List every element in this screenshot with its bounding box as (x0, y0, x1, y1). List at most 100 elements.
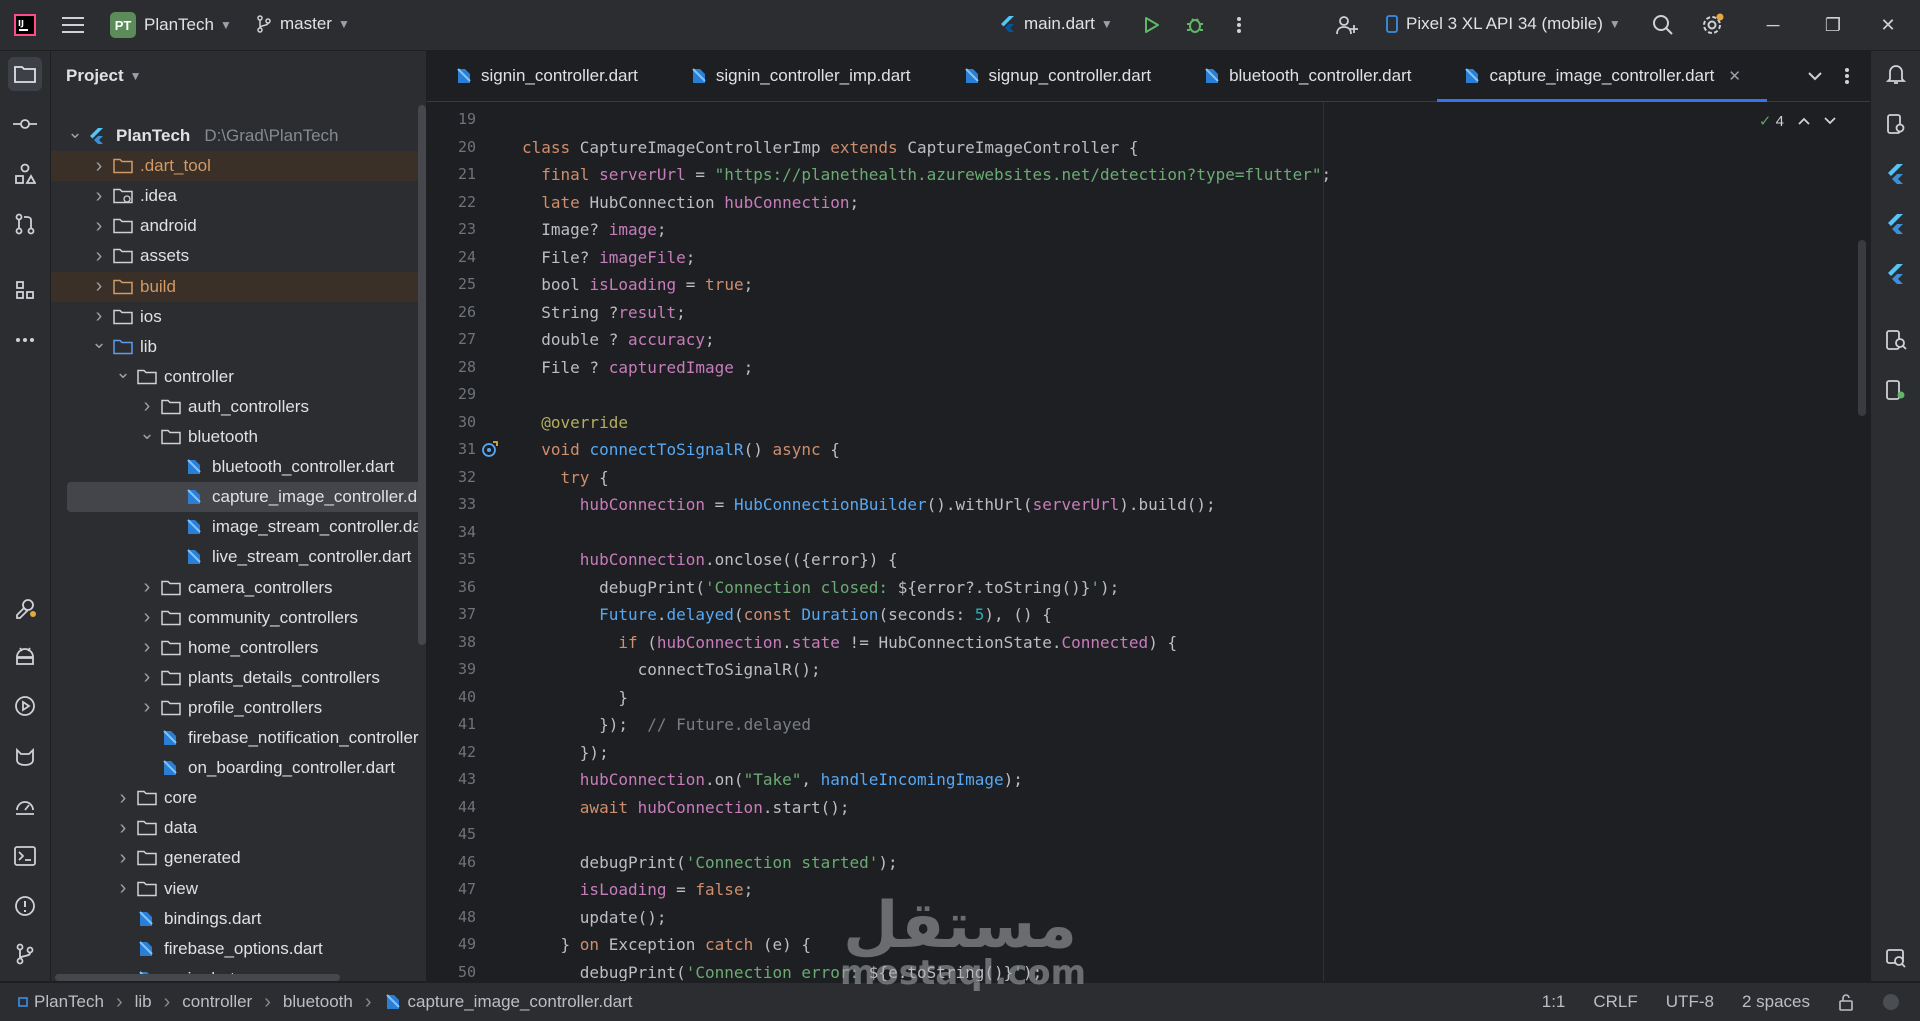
main-menu-icon[interactable] (58, 10, 88, 40)
plugins-icon[interactable] (8, 273, 42, 307)
tree-folder-item[interactable]: › plants_details_controllers (51, 663, 426, 693)
tree-folder-item[interactable]: › core (51, 783, 426, 813)
problems-icon[interactable] (8, 889, 42, 923)
vcs-branch-switcher[interactable]: master ▼ (256, 14, 350, 34)
tree-file-item[interactable]: on_boarding_controller.dart (51, 753, 426, 783)
flutter-outline-icon[interactable] (1879, 157, 1913, 191)
tree-folder-item[interactable]: ⌄ bluetooth (51, 422, 426, 452)
close-window-button[interactable]: ✕ (1858, 0, 1918, 50)
run-config-selector[interactable]: main.dart ▼ (1000, 14, 1113, 34)
chevron-right-icon[interactable]: › (91, 155, 107, 178)
line-ending[interactable]: CRLF (1593, 992, 1637, 1012)
breadcrumb-item[interactable]: bluetooth (283, 992, 353, 1012)
device-selector[interactable]: Pixel 3 XL API 34 (mobile) ▼ (1386, 14, 1621, 34)
caret-position[interactable]: 1:1 (1542, 992, 1566, 1012)
chevron-right-icon[interactable]: › (91, 215, 107, 238)
chevron-down-icon[interactable]: ⌄ (139, 423, 155, 444)
chevron-right-icon[interactable]: › (115, 817, 131, 840)
run-tool-icon[interactable] (8, 689, 42, 723)
app-logo-icon[interactable]: IJ (10, 10, 40, 40)
chevron-right-icon[interactable]: › (115, 847, 131, 870)
tree-file-item[interactable]: bindings.dart (51, 904, 426, 934)
chevron-right-icon[interactable]: › (115, 877, 131, 900)
breadcrumb-item[interactable]: capture_image_controller.dart (408, 992, 633, 1012)
tree-file-item[interactable]: bluetooth_controller.dart (51, 452, 426, 482)
tree-folder-item[interactable]: › ios (51, 302, 426, 332)
chevron-right-icon[interactable]: › (91, 185, 107, 208)
flutter-inspector-right-icon[interactable] (1879, 207, 1913, 241)
logcat-icon[interactable] (8, 739, 42, 773)
chevron-right-icon[interactable]: › (139, 696, 155, 719)
tree-folder-item[interactable]: › android (51, 211, 426, 241)
chevron-right-icon[interactable]: › (139, 395, 155, 418)
close-tab-icon[interactable]: ✕ (1728, 67, 1741, 85)
previous-highlight-icon[interactable] (1798, 117, 1810, 125)
tree-folder-item[interactable]: › camera_controllers (51, 573, 426, 603)
search-icon[interactable] (1648, 10, 1678, 40)
tree-file-item[interactable]: capture_image_controller.da (67, 482, 426, 513)
device-manager-icon[interactable] (1332, 10, 1362, 40)
chevron-right-icon[interactable]: › (139, 666, 155, 689)
tree-folder-item[interactable]: ⌄ PlanTech D:\Grad\PlanTech (51, 121, 426, 151)
debug-icon[interactable] (1180, 10, 1210, 40)
restore-button[interactable]: ❐ (1803, 0, 1863, 50)
inspection-status[interactable]: ✓ 4 (1759, 112, 1784, 130)
tree-folder-item[interactable]: › home_controllers (51, 633, 426, 663)
breadcrumb-item[interactable]: PlanTech (34, 992, 104, 1012)
chevron-down-icon[interactable]: ⌄ (91, 332, 107, 353)
layout-inspector-icon[interactable] (1879, 323, 1913, 357)
inspection-widget[interactable]: ✓ 4 (1759, 112, 1836, 130)
line-number-gutter[interactable]: 19 20 21 22 23 24 25 26 27 28 29 30 31 32 33 34 35 36 37 38… (427, 102, 522, 981)
project-horizontal-scrollbar[interactable] (55, 974, 340, 981)
tree-folder-item[interactable]: › auth_controllers (51, 392, 426, 422)
pull-requests-icon[interactable] (8, 207, 42, 241)
read-only-lock-icon[interactable] (1838, 993, 1854, 1011)
notifications-icon[interactable] (1879, 57, 1913, 91)
minimize-button[interactable]: ─ (1743, 0, 1803, 50)
tree-folder-item[interactable]: › profile_controllers (51, 693, 426, 723)
next-highlight-icon[interactable] (1824, 117, 1836, 125)
more-actions-icon[interactable] (1224, 10, 1254, 40)
tree-folder-item[interactable]: › .idea (51, 181, 426, 211)
version-control-icon[interactable] (8, 937, 42, 971)
tree-folder-item[interactable]: › view (51, 874, 426, 904)
editor-tab[interactable]: capture_image_controller.dart ✕ (1437, 51, 1767, 102)
tree-folder-item[interactable]: › assets (51, 241, 426, 271)
tree-folder-item[interactable]: › data (51, 813, 426, 843)
tree-file-item[interactable]: image_stream_controller.dar (51, 512, 426, 542)
chevron-right-icon[interactable]: › (91, 305, 107, 328)
editor-tab[interactable]: signup_controller.dart (937, 51, 1178, 101)
flutter-performance-icon[interactable] (1879, 257, 1913, 291)
android-icon[interactable] (8, 639, 42, 673)
tree-folder-item[interactable]: › generated (51, 843, 426, 873)
tab-more-icon[interactable] (1844, 67, 1850, 85)
chevron-right-icon[interactable]: › (91, 245, 107, 268)
chevron-right-icon[interactable]: › (91, 275, 107, 298)
tab-list-dropdown-icon[interactable] (1808, 71, 1822, 81)
structure-icon[interactable] (8, 157, 42, 191)
project-switcher[interactable]: PT PlanTech ▼ (110, 12, 232, 38)
tree-file-item[interactable]: firebase_options.dart (51, 934, 426, 964)
indent-setting[interactable]: 2 spaces (1742, 992, 1810, 1012)
project-panel-header[interactable]: Project ▼ (51, 51, 426, 101)
chevron-right-icon[interactable]: › (139, 576, 155, 599)
file-encoding[interactable]: UTF-8 (1666, 992, 1714, 1012)
breadcrumb-item[interactable]: controller (182, 992, 252, 1012)
code-editor[interactable]: ✓ 4 class CaptureImageControllerImp exte… (522, 102, 1852, 981)
more-tools-icon[interactable] (8, 323, 42, 357)
status-indicator-icon[interactable] (1882, 993, 1900, 1011)
override-marker-icon[interactable] (481, 440, 499, 458)
chevron-right-icon[interactable]: › (139, 606, 155, 629)
chevron-right-icon[interactable]: › (115, 787, 131, 810)
ai-assistant-icon[interactable] (1879, 941, 1913, 975)
terminal-icon[interactable] (8, 839, 42, 873)
flutter-inspector-icon[interactable] (8, 591, 42, 625)
project-tool-icon[interactable] (8, 57, 42, 91)
tree-folder-item[interactable]: › build (51, 271, 426, 302)
profiler-icon[interactable] (8, 789, 42, 823)
tree-folder-item[interactable]: ⌄ lib (51, 332, 426, 362)
tree-file-item[interactable]: live_stream_controller.dart (51, 542, 426, 572)
tree-folder-item[interactable]: › .dart_tool (51, 151, 426, 182)
tree-folder-item[interactable]: ⌄ controller (51, 362, 426, 392)
breadcrumb-item[interactable]: lib (135, 992, 152, 1012)
